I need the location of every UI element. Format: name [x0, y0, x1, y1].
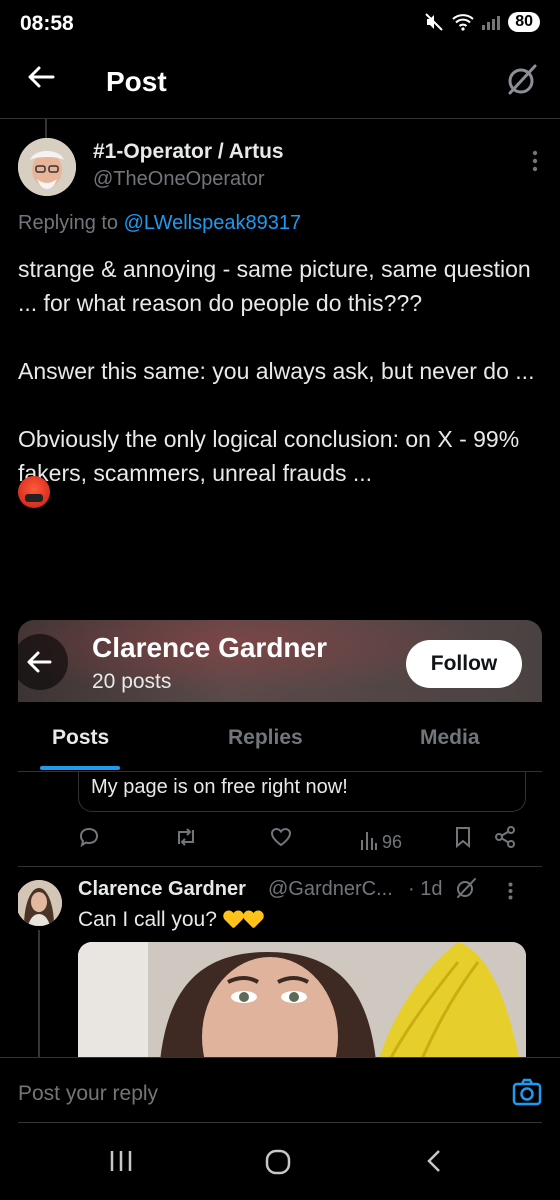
- reply-text-content: Can I call you?: [78, 908, 217, 931]
- camera-icon[interactable]: [512, 1078, 542, 1106]
- system-nav-bar: [0, 1130, 560, 1200]
- author-handle[interactable]: @TheOneOperator: [93, 168, 265, 191]
- repost-icon: [178, 828, 194, 846]
- tab-media: Media: [420, 726, 480, 749]
- reply-timestamp: · 1d: [408, 878, 443, 900]
- reply-compose-bar: [0, 1058, 560, 1130]
- reply-text: Can I call you?: [78, 908, 263, 932]
- tab-posts: Posts: [52, 726, 110, 749]
- tab-replies: Replies: [228, 726, 303, 749]
- post-paragraph: Answer this same: you always ask, but ne…: [18, 358, 535, 384]
- bookmark-icon: [456, 827, 470, 848]
- author-avatar[interactable]: [18, 138, 76, 196]
- author-name[interactable]: #1-Operator / Artus: [93, 140, 284, 164]
- status-bar: 08:58 80: [0, 0, 560, 50]
- header-divider: [0, 118, 560, 119]
- back-arrow-icon[interactable]: [26, 62, 56, 92]
- photo-image: [78, 942, 526, 1060]
- back-arrow-icon: [27, 651, 52, 673]
- snippet-text: My page is on free right now!: [91, 776, 348, 798]
- more-options-icon[interactable]: [532, 150, 538, 172]
- status-icons: 80: [424, 12, 540, 32]
- reply-avatar: [18, 880, 62, 926]
- reply-icon: [79, 827, 99, 848]
- thread-line: [45, 118, 47, 140]
- active-tab-indicator: [40, 766, 120, 770]
- reply-input[interactable]: [18, 1082, 478, 1106]
- yellow-heart-icon: [243, 911, 263, 929]
- reply-author-name: Clarence Gardner: [78, 878, 246, 900]
- thread-line: [38, 930, 40, 1060]
- views-icon: [361, 832, 377, 850]
- signal-icon: [482, 14, 501, 30]
- post-header: Post: [0, 52, 560, 114]
- recent-apps-icon[interactable]: [108, 1148, 134, 1174]
- post-paragraph: Obviously the only logical conclusion: o…: [18, 426, 520, 486]
- post-actions: 96: [18, 820, 542, 860]
- post-paragraph: strange & annoying - same picture, same …: [18, 256, 531, 316]
- profile-tabs: Posts Replies Media: [18, 702, 542, 772]
- back-nav-icon[interactable]: [424, 1148, 444, 1174]
- quoted-snippet: My page is on free right now!: [78, 772, 526, 812]
- row-divider: [18, 866, 542, 867]
- like-icon: [270, 827, 292, 847]
- home-icon[interactable]: [264, 1148, 292, 1176]
- replying-to: Replying to @LWellspeak89317: [18, 212, 301, 235]
- reply-author-handle: @GardnerC...: [268, 878, 393, 900]
- grok-icon[interactable]: [504, 62, 540, 98]
- angry-emoji-icon: [18, 475, 50, 508]
- reply-photo: [78, 942, 526, 1060]
- embedded-screenshot[interactable]: Clarence Gardner 20 posts Follow Posts R…: [18, 620, 542, 1060]
- post-text: strange & annoying - same picture, same …: [18, 252, 538, 524]
- profile-name: Clarence Gardner: [92, 632, 327, 663]
- share-icon: [495, 826, 515, 848]
- wifi-icon: [452, 14, 474, 31]
- avatar-image: [18, 138, 76, 196]
- more-options-icon: [508, 882, 513, 900]
- follow-button: Follow: [406, 640, 522, 688]
- views-count: 96: [382, 832, 403, 852]
- status-time: 08:58: [20, 12, 74, 35]
- avatar-image: [18, 880, 62, 926]
- replying-prefix: Replying to: [18, 212, 119, 234]
- profile-post-count: 20 posts: [92, 670, 172, 693]
- replying-handle-link[interactable]: @LWellspeak89317: [124, 212, 301, 234]
- grok-icon: [457, 878, 476, 898]
- battery-indicator: 80: [508, 12, 540, 32]
- yellow-heart-icon: [223, 911, 243, 929]
- compose-underline: [18, 1122, 542, 1123]
- page-title: Post: [106, 66, 167, 97]
- mute-icon: [425, 13, 443, 31]
